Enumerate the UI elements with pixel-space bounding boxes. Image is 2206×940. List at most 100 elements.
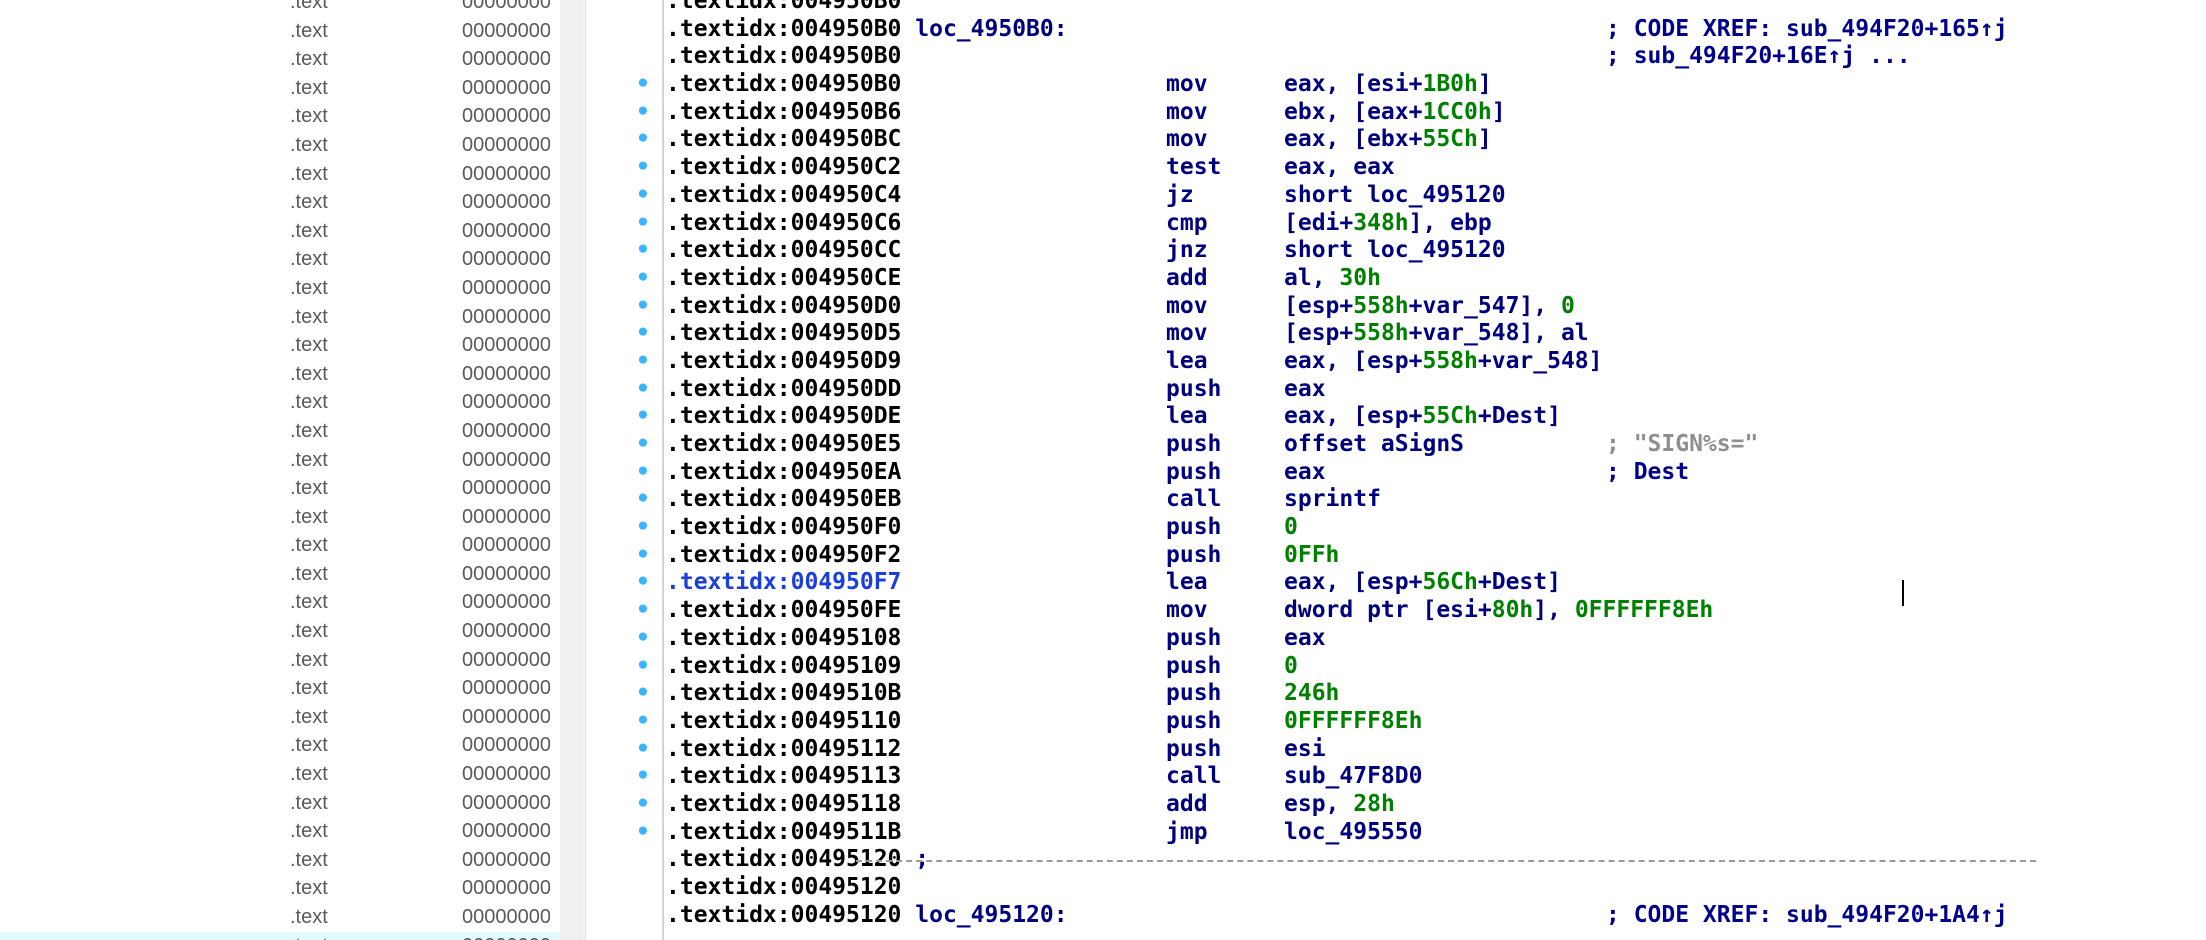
segment-row[interactable]: .text 00000000 [0,846,560,875]
instruction-operands[interactable]: 0 [1284,653,1298,681]
segment-row[interactable]: .text 00000000 [0,45,560,74]
disasm-line[interactable]: • .textidx:004950F0 push 0 [636,514,2206,542]
breakpoint-dot-icon[interactable]: • [636,514,650,542]
disasm-line[interactable]: • .textidx:004950C6 cmp [edi+348h], ebp [636,210,2206,238]
disasm-line[interactable]: • .textidx:004950B6 mov ebx, [eax+1CC0h] [636,99,2206,127]
breakpoint-dot-icon[interactable]: • [636,182,650,210]
instruction-operands[interactable]: short loc_495120 [1284,237,1506,265]
instruction-mnemonic[interactable]: lea [1166,348,1208,376]
instruction-operands[interactable]: al, 30h [1284,265,1381,293]
disasm-line[interactable]: .textidx:004950B0 ; sub_494F20+16E↑j ... [666,43,2206,71]
breakpoint-dot-icon[interactable]: • [636,569,650,597]
segment-row[interactable]: .text 00000000 [0,160,560,189]
instruction-mnemonic[interactable]: test [1166,154,1221,182]
breakpoint-dot-icon[interactable]: • [636,459,650,487]
breakpoint-dot-icon[interactable]: • [636,293,650,321]
segment-row[interactable]: .text 00000000 [0,789,560,818]
disassembly-listing[interactable]: .textidx:004950B0 .textidx:004950B0 loc_4… [636,0,2206,930]
instruction-mnemonic[interactable]: mov [1166,597,1208,625]
segment-row[interactable]: .text 00000000 [0,903,560,932]
breakpoint-dot-icon[interactable]: • [636,376,650,404]
instruction-operands[interactable]: eax [1284,376,1326,404]
segment-row[interactable]: .text 00000000 [0,102,560,131]
instruction-operands[interactable]: offset aSignS [1284,431,1464,459]
instruction-mnemonic[interactable]: lea [1166,569,1208,597]
breakpoint-dot-icon[interactable]: • [636,99,650,127]
instruction-operands[interactable]: sub_47F8D0 [1284,763,1422,791]
disasm-line[interactable]: .textidx:00495120 [666,874,2206,902]
segment-row[interactable]: .text 00000000 [0,217,560,246]
disasm-line[interactable]: • .textidx:004950F2 push 0FFh [636,542,2206,570]
instruction-operands[interactable]: eax, [ebx+55Ch] [1284,126,1492,154]
instruction-operands[interactable]: [esp+558h+var_547], 0 [1284,293,1575,321]
disasm-line[interactable]: • .textidx:00495118 add esp, 28h [636,791,2206,819]
breakpoint-dot-icon[interactable]: • [636,126,650,154]
instruction-mnemonic[interactable]: add [1166,265,1208,293]
disasm-line[interactable]: • .textidx:004950D0 mov [esp+558h+var_547],… [636,293,2206,321]
breakpoint-dot-icon[interactable]: • [636,791,650,819]
disasm-line[interactable]: .textidx:00495120 ; [666,846,2206,874]
segment-row[interactable]: .text 00000000 [0,588,560,617]
breakpoint-dot-icon[interactable]: • [636,736,650,764]
breakpoint-dot-icon[interactable]: • [636,431,650,459]
instruction-mnemonic[interactable]: jnz [1166,237,1208,265]
segment-row[interactable]: .text 00000000 [0,131,560,160]
segments-scrollbar[interactable] [560,0,580,940]
disasm-line[interactable]: • .textidx:004950D5 mov [esp+558h+var_548],… [636,320,2206,348]
disasm-line[interactable]: • .textidx:004950EB call sprintf [636,486,2206,514]
segment-row[interactable]: .text 00000000 [0,874,560,903]
instruction-operands[interactable]: eax, [esp+56Ch+Dest] [1284,569,1561,597]
segment-row[interactable]: .text 00000000 [0,331,560,360]
segment-row[interactable]: .text 00000000 [0,703,560,732]
disasm-line[interactable]: • .textidx:004950F7 lea eax, [esp+56Ch+Dest… [636,569,2206,597]
instruction-operands[interactable]: 0FFFFFF8Eh [1284,708,1422,736]
instruction-mnemonic[interactable]: push [1166,680,1221,708]
segment-row[interactable]: .text 00000000 [0,474,560,503]
disasm-line[interactable]: • .textidx:004950D9 lea eax, [esp+558h+var_… [636,348,2206,376]
disasm-line[interactable]: • .textidx:004950CE add al, 30h [636,265,2206,293]
instruction-operands[interactable]: eax, [esp+55Ch+Dest] [1284,403,1561,431]
disasm-line[interactable]: .textidx:004950B0 [666,0,2206,16]
instruction-mnemonic[interactable]: push [1166,376,1221,404]
disasm-line[interactable]: • .textidx:004950DE lea eax, [esp+55Ch+Dest… [636,403,2206,431]
breakpoint-dot-icon[interactable]: • [636,653,650,681]
code-label[interactable]: loc_495120: [915,902,1067,928]
breakpoint-dot-icon[interactable]: • [636,265,650,293]
segment-row[interactable]: .text 00000000 [0,674,560,703]
breakpoint-dot-icon[interactable]: • [636,71,650,99]
segment-row[interactable]: .text 00000000 [0,417,560,446]
segment-row[interactable]: .text 00000000 [0,646,560,675]
instruction-mnemonic[interactable]: cmp [1166,210,1208,238]
instruction-mnemonic[interactable]: push [1166,625,1221,653]
disasm-line[interactable]: • .textidx:004950BC mov eax, [ebx+55Ch] [636,126,2206,154]
breakpoint-dot-icon[interactable]: • [636,348,650,376]
breakpoint-dot-icon[interactable]: • [636,708,650,736]
instruction-operands[interactable]: sprintf [1284,486,1381,514]
segment-row[interactable]: .text 00000000 [0,446,560,475]
segment-row[interactable]: .text 00000000 [0,303,560,332]
breakpoint-dot-icon[interactable]: • [636,486,650,514]
segment-row[interactable]: .text 00000000 [0,531,560,560]
instruction-mnemonic[interactable]: push [1166,653,1221,681]
breakpoint-dot-icon[interactable]: • [636,625,650,653]
breakpoint-dot-icon[interactable]: • [636,403,650,431]
instruction-operands[interactable]: [edi+348h], ebp [1284,210,1492,238]
breakpoint-dot-icon[interactable]: • [636,210,650,238]
breakpoint-dot-icon[interactable]: • [636,763,650,791]
disasm-line[interactable]: .textidx:00495120 loc_495120: ; CODE XREF… [666,902,2206,930]
disassembly-view[interactable]: .textidx:004950B0 .textidx:004950B0 loc_4… [586,0,2206,940]
disasm-line[interactable]: • .textidx:0049511B jmp loc_495550 [636,819,2206,847]
instruction-operands[interactable]: esi [1284,736,1326,764]
breakpoint-dot-icon[interactable]: • [636,237,650,265]
segment-row[interactable]: .text 00000000 [0,817,560,846]
disasm-line[interactable]: • .textidx:004950FE mov dword ptr [esi+80h]… [636,597,2206,625]
disasm-line[interactable]: • .textidx:004950EA push eax ; Dest [636,459,2206,487]
segment-row[interactable]: .text 00000000 [0,731,560,760]
segment-row[interactable]: .text 00000000 [0,931,560,940]
segment-row[interactable]: .text 00000000 [0,274,560,303]
breakpoint-dot-icon[interactable]: • [636,542,650,570]
disasm-line[interactable]: • .textidx:004950E5 push offset aSignS ; "SI… [636,431,2206,459]
instruction-operands[interactable]: esp, 28h [1284,791,1395,819]
instruction-operands[interactable]: dword ptr [esi+80h], 0FFFFFF8Eh [1284,597,1713,625]
instruction-mnemonic[interactable]: mov [1166,99,1208,127]
